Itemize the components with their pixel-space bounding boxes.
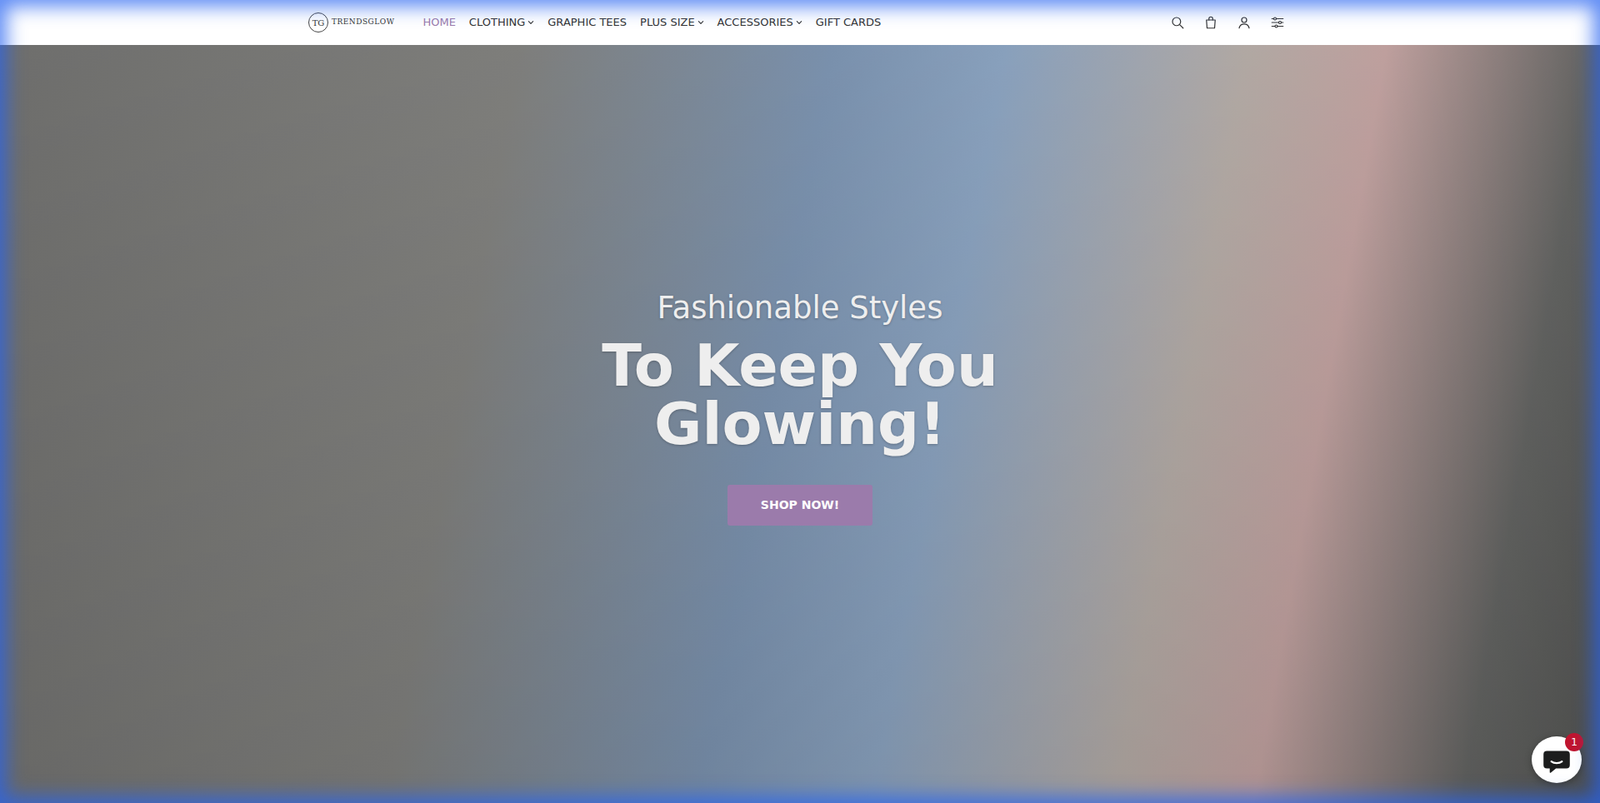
chevron-down-icon	[527, 19, 535, 26]
hero-content: Fashionable Styles To Keep You Glowing! SH…	[583, 289, 1017, 525]
menu-label: HOME	[422, 14, 455, 31]
menu-item[interactable]: PLUS SIZE	[640, 14, 705, 31]
header-icons	[1170, 15, 1292, 30]
hero-subtitle: Fashionable Styles	[583, 289, 1017, 328]
chat-icon	[1542, 746, 1571, 774]
settings-icon[interactable]	[1270, 15, 1285, 30]
header-bar: TGTRENDSGLOW HOME CLOTHING GRAPHIC TEES PLUS…	[308, 0, 1292, 45]
hero-title: To Keep You Glowing!	[583, 336, 1017, 454]
menu-label: GIFT CARDS	[815, 14, 882, 31]
logo[interactable]: TGTRENDSGLOW	[308, 12, 395, 33]
chevron-down-icon	[795, 19, 803, 26]
page: TGTRENDSGLOW HOME CLOTHING GRAPHIC TEES PLUS…	[0, 0, 1600, 803]
hero-banner: Fashionable Styles To Keep You Glowing! SH…	[0, 45, 1600, 803]
logo-name: TRENDSGLOW	[331, 16, 395, 29]
screen-glow	[0, 0, 1600, 803]
header: TGTRENDSGLOW HOME CLOTHING GRAPHIC TEES PLUS…	[0, 0, 1600, 45]
chat-button[interactable]: 1	[1531, 736, 1582, 784]
bag-icon[interactable]	[1203, 15, 1219, 30]
menu-label: GRAPHIC TEES	[547, 14, 627, 31]
shop-now-button[interactable]: SHOP NOW!	[727, 485, 873, 526]
menu-item[interactable]: GIFT CARDS	[815, 14, 882, 31]
menu-item[interactable]: HOME	[422, 14, 455, 31]
search-icon[interactable]	[1170, 15, 1185, 30]
user-icon[interactable]	[1236, 15, 1252, 30]
menu-label: ACCESSORIES	[717, 14, 794, 31]
menu-item[interactable]: CLOTHING	[469, 14, 535, 31]
menu-item[interactable]: GRAPHIC TEES	[547, 14, 627, 31]
menu-label: CLOTHING	[469, 14, 525, 31]
chevron-down-icon	[697, 19, 705, 26]
logo-mark: TG	[308, 12, 329, 33]
chat-badge: 1	[1565, 733, 1584, 752]
menu-item[interactable]: ACCESSORIES	[717, 14, 803, 31]
main-menu: HOME CLOTHING GRAPHIC TEES PLUS SIZE ACCESSO…	[422, 14, 881, 31]
menu-label: PLUS SIZE	[640, 14, 695, 31]
